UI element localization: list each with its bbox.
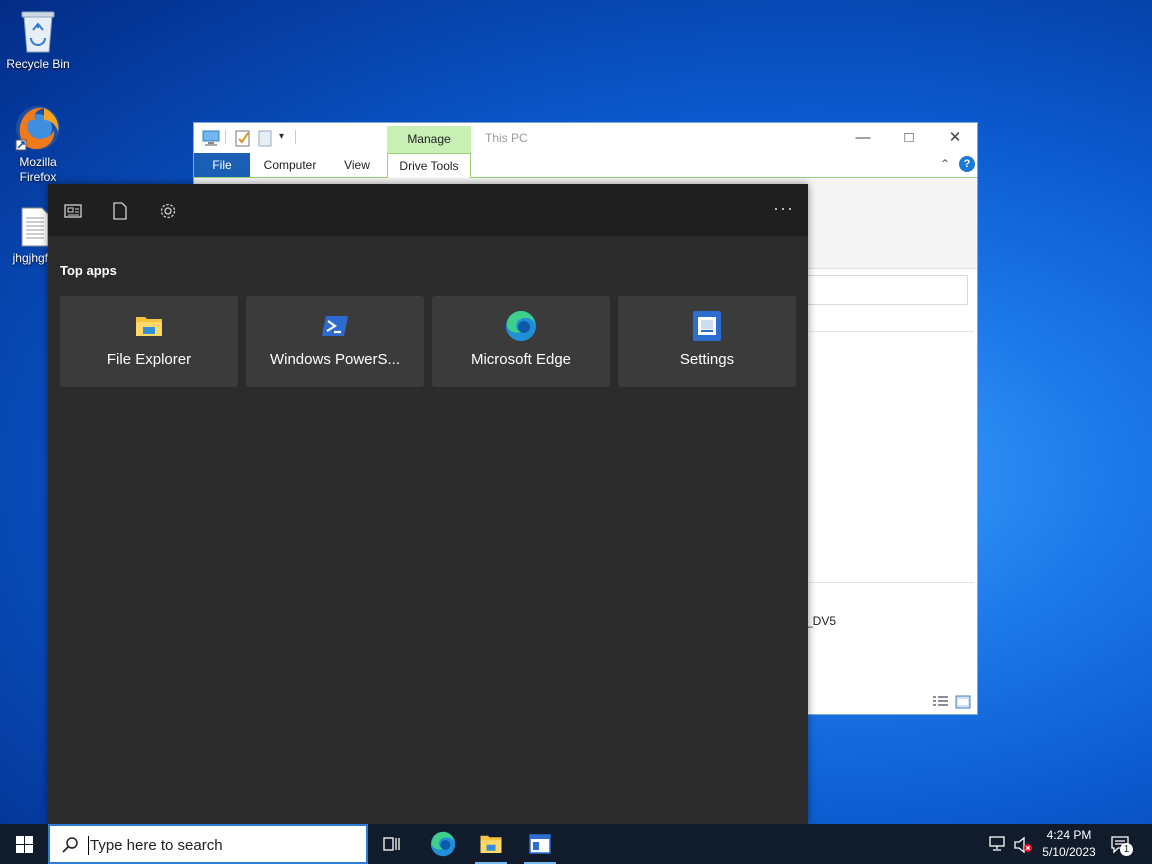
taskbar-app-window[interactable] xyxy=(516,824,564,864)
taskbar-search-box[interactable]: Type here to search xyxy=(48,824,368,864)
tab-computer[interactable]: Computer xyxy=(256,153,324,177)
app-tile-file-explorer[interactable]: File Explorer xyxy=(60,296,238,387)
search-flyout: ··· Top apps File Explorer Windows Power… xyxy=(48,184,808,824)
task-view-icon xyxy=(383,837,400,851)
tab-manage[interactable]: Manage xyxy=(387,126,471,153)
app-label: Windows PowerS... xyxy=(269,351,401,368)
section-title: Top apps xyxy=(60,263,117,278)
document-icon[interactable] xyxy=(109,200,131,222)
flyout-header: ··· xyxy=(48,184,808,236)
divider xyxy=(806,331,974,332)
this-pc-icon xyxy=(202,130,220,146)
task-view-button[interactable] xyxy=(368,824,416,864)
app-window-icon xyxy=(529,834,551,854)
taskbar-file-explorer[interactable] xyxy=(467,824,515,864)
search-this-pc-box[interactable] xyxy=(806,275,968,305)
desktop-icon-label: Mozilla Firefox xyxy=(19,155,57,184)
separator xyxy=(225,130,226,144)
app-label: Microsoft Edge xyxy=(470,351,572,368)
action-center-button[interactable]: 1 xyxy=(1110,835,1133,860)
close-button[interactable]: ✕ xyxy=(932,123,978,152)
start-button[interactable] xyxy=(0,824,48,864)
app-label: File Explorer xyxy=(106,351,192,368)
edge-icon xyxy=(506,310,536,341)
app-tile-edge[interactable]: Microsoft Edge xyxy=(432,296,610,387)
gear-icon[interactable] xyxy=(157,200,179,222)
details-view-icon[interactable] xyxy=(932,695,950,709)
desktop-icon-firefox[interactable]: Mozilla Firefox xyxy=(0,104,76,185)
customize-quick-access-icon[interactable]: ▾ xyxy=(279,131,284,149)
search-input[interactable]: Type here to search xyxy=(90,837,223,854)
firefox-icon xyxy=(15,106,60,151)
separator xyxy=(295,130,296,144)
ribbon-tabs: File Computer View Drive Tools ⌃ ? xyxy=(194,153,977,178)
app-tile-settings[interactable]: Settings xyxy=(618,296,796,387)
tab-drive-tools[interactable]: Drive Tools xyxy=(387,153,471,178)
tab-file[interactable]: File xyxy=(194,153,250,177)
recycle-bin-icon xyxy=(21,11,55,53)
divider xyxy=(806,582,974,583)
date-text: 5/10/2023 xyxy=(1042,845,1096,859)
time-text: 4:24 PM xyxy=(1046,828,1092,842)
notification-count-badge: 1 xyxy=(1120,843,1133,856)
app-label: Settings xyxy=(679,351,735,368)
folder-icon xyxy=(480,835,502,853)
explorer-title-bar[interactable]: ▾ Manage This PC — □ ✕ xyxy=(194,123,977,153)
volume-muted-icon[interactable] xyxy=(1013,836,1035,859)
settings-app-icon xyxy=(693,311,721,341)
windows-logo-icon xyxy=(16,836,33,853)
minimize-button[interactable]: — xyxy=(840,123,886,152)
network-icon[interactable] xyxy=(988,836,1008,857)
tab-view[interactable]: View xyxy=(334,153,380,177)
taskbar-edge[interactable] xyxy=(418,824,466,864)
text-file-icon xyxy=(21,207,49,247)
taskbar: Type here to search 4:24 PM 5/10/2023 1 xyxy=(0,824,1152,864)
search-icon xyxy=(62,837,78,853)
powershell-icon xyxy=(322,316,348,336)
desktop-icon-label: Recycle Bin xyxy=(6,57,70,71)
edge-icon xyxy=(430,831,456,857)
more-options-button[interactable]: ··· xyxy=(773,198,794,219)
collapse-ribbon-icon[interactable]: ⌃ xyxy=(940,157,950,171)
text-caret xyxy=(88,836,89,855)
large-icons-view-icon[interactable] xyxy=(955,695,971,709)
clock[interactable]: 4:24 PM 5/10/2023 xyxy=(1038,827,1100,861)
window-title: This PC xyxy=(485,131,528,145)
app-tile-powershell[interactable]: Windows PowerS... xyxy=(246,296,424,387)
new-folder-icon[interactable] xyxy=(258,129,272,147)
maximize-button[interactable]: □ xyxy=(886,123,932,152)
folder-icon xyxy=(136,317,162,336)
drive-label: _DV5 xyxy=(806,614,837,628)
news-icon[interactable] xyxy=(62,200,84,222)
desktop-icon-recycle-bin[interactable]: Recycle Bin xyxy=(0,8,76,72)
help-icon[interactable]: ? xyxy=(959,156,975,172)
properties-icon[interactable] xyxy=(235,129,251,147)
